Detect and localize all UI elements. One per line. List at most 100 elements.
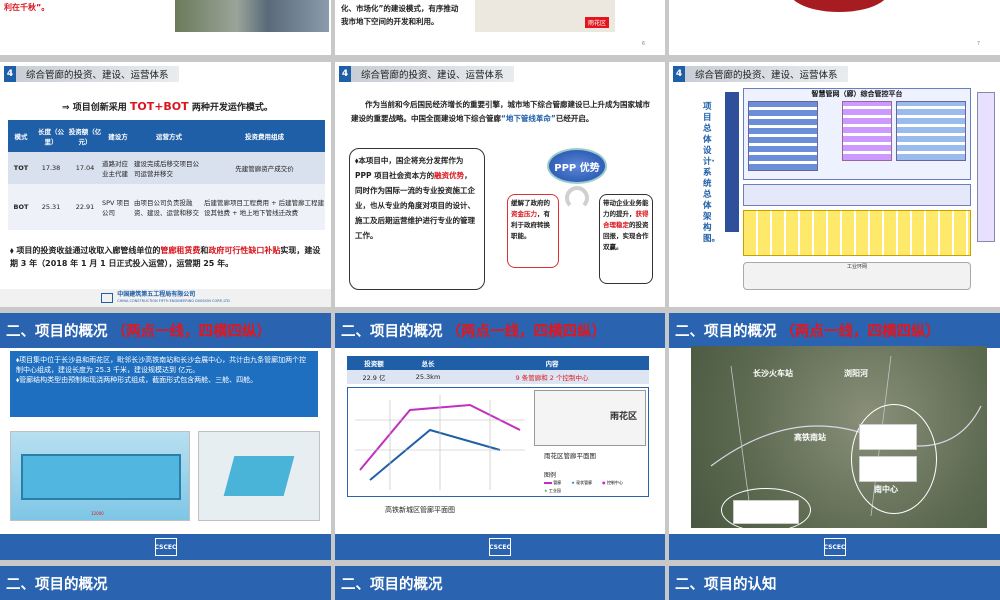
slide-system-architecture[interactable]: 4 综合管廊的投资、建设、运营体系 项目总体设计·系统总体架构图。 智慧管网（廊…: [669, 62, 1000, 307]
map-area-label: 雨花区: [609, 412, 637, 422]
right-rail: [977, 92, 995, 242]
table-row: 22.9 亿 25.3km 9 条管廊和 2 个控制中心: [347, 370, 649, 384]
table-cell: 建设完成后移交项目公司运营并移交: [134, 160, 199, 178]
table-cell: 后建管廊项目工程费用 + 后建管廊工程建设其他费 + 地上地下管线迁改费: [204, 199, 325, 217]
table-header-cell: 投资费用组成: [245, 133, 284, 141]
page-number: 6: [641, 41, 645, 47]
overview-bullet: ⬧项目集中位于长沙县和雨花区，毗邻长沙高铁南站和长沙会展中心，共计由九条管廊加两…: [16, 356, 307, 374]
section-number: 4: [673, 66, 685, 82]
table-cell: 17.38: [41, 164, 61, 172]
map-caption: 雨花区管廊平面图: [544, 452, 596, 460]
table-cell: TOT: [13, 164, 29, 172]
table-cell: 25.3km: [415, 373, 441, 381]
table-cell: 25.31: [41, 203, 61, 211]
map-label: 雨花区: [584, 17, 609, 28]
network-label: 工业环网: [846, 264, 867, 270]
table-header-cell: 内容: [545, 360, 559, 368]
slide-top-middle[interactable]: 化、市场化”的建设模式，有序推动 我市地下空间的开发和利用。 雨花区 6: [335, 0, 665, 55]
slide-subtitle: （两点一线，四横四纵）: [111, 324, 272, 340]
section-number: 4: [4, 66, 16, 82]
map-panel: 雨花区 雨花区管廊平面图 图例 管廊 ★ 现状管廊 ● 控制中心 ★ 工业园: [347, 387, 649, 497]
table-cell: 17.04: [75, 164, 95, 172]
table-header-cell: 模式: [14, 133, 28, 141]
slide-top-left[interactable]: 利在千秋”。: [0, 0, 331, 55]
3d-model-image: [198, 431, 320, 521]
slide-title: 二、项目的认知: [675, 577, 777, 593]
tunnel-section: [21, 454, 181, 500]
table-cell: BOT: [13, 203, 29, 211]
company-name-en: CHINA CONSTRUCTION FIFTH ENGINEERING DIV…: [117, 299, 230, 303]
summary-table: 投资额 总长 内容 22.9 亿 25.3km 9 条管廊和 2 个控制中心: [347, 356, 649, 384]
company-logo-icon: [101, 293, 114, 303]
slide-title-bar: 二、项目的认知: [669, 566, 1000, 600]
table-header-cell: 总长: [421, 360, 435, 368]
yuhua-map: 雨花区: [534, 390, 646, 446]
callout-box: [859, 424, 917, 450]
company-logo-icon: CSCEC: [823, 538, 846, 556]
slide-top-right[interactable]: 7: [669, 0, 1000, 55]
slide-pipe-gallery-maps[interactable]: 二、项目的概况 （两点一线，四横四纵） 投资额 总长 内容 22.9 亿 25.3…: [335, 313, 665, 560]
slide-ppp-advantage[interactable]: 4 综合管廊的投资、建设、运营体系 作为当前和今后国民经济增长的重要引擎，城市地…: [335, 62, 665, 307]
slide-footer: CSCEC: [335, 534, 665, 560]
table-header-cell: 建设方: [108, 133, 128, 141]
slide-title-bar: 二、项目的概况: [335, 566, 665, 600]
table-cell: 22.91: [75, 203, 95, 211]
intro-line: ⇒ 项目创新采用 TOT+BOT 两种开发运作模式。: [62, 100, 273, 113]
table-row: BOT 25.31 22.91 SPV 项目公司 由项目公司负责投融资、建设、运…: [8, 184, 325, 230]
table-row: TOT 17.38 17.04 道路对应业主代建 建设完成后移交项目公司运营并移…: [8, 152, 325, 184]
mode-table: 模式 长度（公里） 投资额（亿元） 建设方 运营方式 投资费用组成 TOT 17…: [8, 120, 325, 230]
slide-text-line: 化、市场化”的建设模式，有序推动: [341, 4, 459, 13]
architecture-diagram: 智慧管网（廊）综合管控平台 工业环网: [725, 88, 995, 294]
slide-text-line: 我市地下空间的开发和利用。: [341, 17, 439, 26]
section-header: 4 综合管廊的投资、建设、运营体系: [4, 66, 179, 82]
table-cell: 9 条管廊和 2 个控制中心: [515, 374, 589, 382]
section-number: 4: [339, 66, 351, 82]
slide-bottom-left[interactable]: 二、项目的概况: [0, 566, 331, 600]
slide-title-bar: 二、项目的概况 （两点一线，四横四纵）: [0, 313, 331, 348]
legend-item: ★ 现状管廊: [571, 480, 593, 485]
vertical-caption: 项目总体设计·系统总体架构图。: [703, 102, 721, 244]
slide-subtitle: （两点一线，四横四纵）: [446, 324, 607, 340]
revenue-note: ⬧ 项目的投资收益通过收取入廊管线单位的管廊租赁费和政府可行性缺口补贴实现，建设…: [10, 246, 321, 268]
gov-benefit-box: 缓解了政府的资金压力，有利于政府转换职能。: [507, 194, 559, 268]
cross-section-drawing: 12000: [10, 431, 190, 521]
decorative-ellipse: [789, 0, 889, 12]
slide-title: 二、项目的概况: [675, 324, 777, 340]
section-title: 综合管廊的投资、建设、运营体系: [16, 66, 179, 82]
module-grid: [748, 101, 818, 171]
table-cell: 22.9 亿: [362, 374, 386, 382]
slide-bottom-right[interactable]: 二、项目的认知: [669, 566, 1000, 600]
slide-satellite-map[interactable]: 二、项目的概况 （两点一线，四横四纵） 长沙火车站 浏阳河 高铁南站 南中心 CS…: [669, 313, 1000, 560]
table-header-cell: 运营方式: [156, 133, 182, 141]
slide-bottom-middle[interactable]: 二、项目的概况: [335, 566, 665, 600]
map-label: 长沙火车站: [753, 369, 793, 378]
legend-title: 图例: [544, 472, 557, 479]
slide-project-overview[interactable]: 二、项目的概况 （两点一线，四横四纵） ⬧项目集中位于长沙县和雨花区，毗邻长沙高铁…: [0, 313, 331, 560]
slide-title: 二、项目的概况: [6, 577, 108, 593]
slide-footer: CSCEC: [669, 534, 1000, 560]
photo-strip: [175, 0, 329, 32]
callout-box: [859, 456, 917, 482]
table-header-cell: 投资额（亿元）: [68, 128, 102, 146]
section-header: 4 综合管廊的投资、建设、运营体系: [673, 66, 848, 82]
legend-item: ● 控制中心: [602, 480, 623, 485]
map-thumbnail: 雨花区: [475, 0, 615, 32]
company-logo-icon: CSCEC: [489, 538, 511, 556]
slide-investment-modes[interactable]: 4 综合管廊的投资、建设、运营体系 ⇒ 项目创新采用 TOT+BOT 两种开发运…: [0, 62, 331, 307]
table-header-cell: 投资额: [364, 360, 384, 368]
section-title: 综合管廊的投资、建设、运营体系: [351, 66, 514, 82]
module-grid: [842, 101, 892, 161]
slide-title: 二、项目的概况: [341, 324, 443, 340]
service-layer: [743, 184, 971, 206]
ppp-bubble: PPP 优势: [547, 148, 607, 184]
map-label: 高铁南站: [794, 433, 826, 442]
tunnel-model: [223, 456, 295, 496]
arrow-icon: [565, 186, 589, 210]
ppp-text-box: ⬧本项目中，国企将充分发挥作为 PPP 项目社会资本方的融资优势，同时作为国际一…: [349, 148, 485, 290]
table-cell: 先建管廊资产成交价: [235, 165, 294, 173]
high-speed-rail-map: [350, 390, 528, 494]
dimension-label: 12000: [91, 511, 104, 516]
callout-box: [733, 500, 799, 524]
slide-text: 利在千秋”。: [4, 3, 50, 12]
table-header-row: 模式 长度（公里） 投资额（亿元） 建设方 运营方式 投资费用组成: [8, 120, 325, 152]
